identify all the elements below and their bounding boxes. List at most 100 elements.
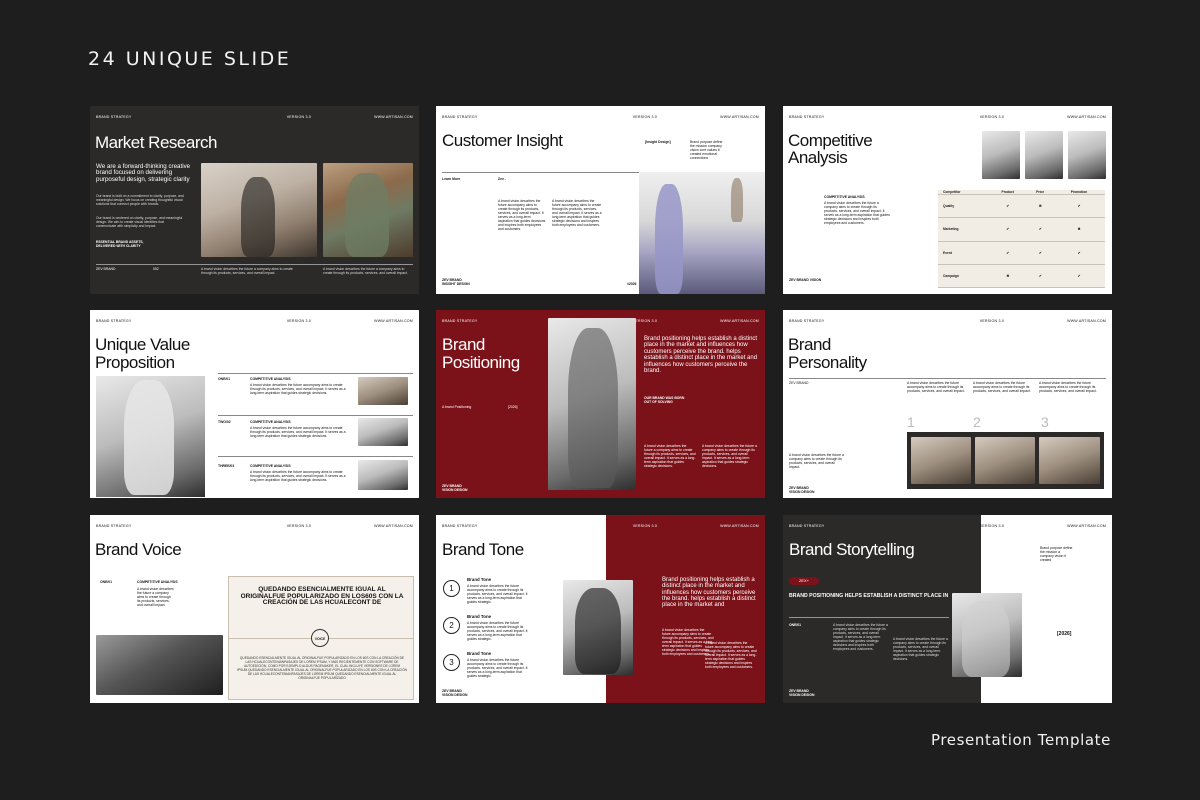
slide-customer-insight[interactable]: BRAND STRATEGY VERSION 3.0 WWW.ARTISAN.C… — [436, 106, 765, 294]
strip-photo-2 — [975, 437, 1035, 484]
column-text-1: A brand vision describes the future acco… — [498, 199, 546, 231]
slide-brand-positioning[interactable]: BRAND STRATEGY VERSION 3.0 WWW.ARTISAN.C… — [436, 310, 765, 498]
item-heading: Brand Tone — [467, 614, 492, 619]
slide-brand-storytelling[interactable]: BRAND STRATEGY VERSION 3.0 WWW.ARTISAN.C… — [783, 515, 1112, 703]
item-heading: COMPETITIVE ANALYSIS — [137, 580, 178, 584]
item-number: ONE/01 — [789, 623, 802, 627]
brand-strategy-label: BRAND STRATEGY — [96, 524, 132, 528]
photo-woman-portrait — [563, 580, 633, 675]
divider — [218, 415, 413, 416]
lead-text: We are a forward-thinking creative brand… — [96, 163, 191, 183]
photo-woman-laughing — [952, 593, 1022, 677]
slide-competitive-analysis[interactable]: BRAND STRATEGY VERSION 3.0 WWW.ARTISAN.C… — [783, 106, 1112, 294]
slide-unique-value-proposition[interactable]: BRAND STRATEGY VERSION 3.0 WWW.ARTISAN.C… — [90, 310, 419, 498]
divider — [789, 617, 949, 618]
item-text: A brand vision describes the future acco… — [467, 621, 528, 641]
footer-brand: ZEV BRAND INSIGHT DESIGN — [442, 278, 470, 286]
table-cell: ✔ — [1027, 264, 1053, 289]
slide-title: Market Research — [95, 133, 217, 152]
divider — [218, 373, 413, 374]
table-row: Campaign ✖ ✔ ✔ — [938, 264, 1105, 289]
insight-label: [Insight Design] — [645, 140, 671, 144]
lead-text: BRAND POSITIONING HELPS ESTABLISH A DIST… — [789, 593, 949, 599]
photo-woman-coat — [548, 318, 636, 490]
item-text: A brand vision describes the future acco… — [250, 383, 346, 395]
version-label: VERSION 3.0 — [979, 319, 1005, 323]
bottom-text: QUEDANDO ESENCIALMENTE IGUAL AL ORIGINAL… — [237, 656, 407, 680]
version-label: VERSION 3.0 — [979, 115, 1005, 119]
version-label: VERSION 3.0 — [632, 319, 658, 323]
footer-text-2: A brand vision describes the future a co… — [323, 267, 408, 275]
number-2: 2 — [973, 414, 981, 430]
item-number: 2 — [443, 617, 460, 634]
slide-brand-tone[interactable]: BRAND STRATEGY VERSION 3.0 WWW.ARTISAN.C… — [436, 515, 765, 703]
tag-text: OUR BRAND WAS BORN OUT OF SOLVING — [644, 396, 685, 404]
table-cell: ✖ — [1052, 217, 1105, 242]
brand-strategy-label: BRAND STRATEGY — [96, 319, 132, 323]
brand-strategy-label: BRAND STRATEGY — [442, 115, 478, 119]
table-cell: ✔ — [1052, 194, 1105, 219]
slide-title: Brand Tone — [442, 540, 524, 559]
photo-strip — [907, 432, 1104, 489]
item-number: THREE/03 — [218, 464, 235, 468]
photo-portrait-2 — [1025, 131, 1063, 179]
site-label: WWW.ARTISAN.COM — [1067, 115, 1106, 119]
version-label: VERSION 3.0 — [286, 115, 312, 119]
quote-box: QUEDANDO ESENCIALMENTE IGUAL AL ORIGINAL… — [228, 576, 414, 700]
lead-text: Brand positioning helps establish a dist… — [644, 336, 758, 375]
column-text-1: A brand vision describes the future acco… — [907, 381, 965, 393]
comparison-table: Competitor Product Price Promotion Quali… — [938, 190, 1105, 289]
brand-strategy-label: BRAND STRATEGY — [96, 115, 132, 119]
item-text: A brand vision describes the future acco… — [467, 584, 528, 604]
item-photo — [358, 418, 408, 446]
strip-photo-1 — [911, 437, 971, 484]
body-text: A brand vision describes the future a co… — [824, 201, 890, 225]
table-cell: ✖ — [1027, 194, 1053, 219]
item-heading: Brand Tone — [467, 577, 492, 582]
learn-more-link[interactable]: Learn More — [442, 177, 460, 181]
photo-woman-fabric — [96, 376, 205, 497]
strip-photo-3 — [1039, 437, 1100, 484]
slide-brand-voice[interactable]: BRAND STRATEGY VERSION 3.0 WWW.ARTISAN.C… — [90, 515, 419, 703]
footer-brand: ZEV BRAND VISION DESIGN — [789, 486, 815, 494]
site-label: WWW.ARTISAN.COM — [1067, 524, 1106, 528]
brand-strategy-label: BRAND STRATEGY — [789, 524, 825, 528]
table-cell: ✔ — [988, 194, 1028, 219]
site-label: WWW.ARTISAN.COM — [720, 319, 759, 323]
year-label: [2026] — [1057, 631, 1072, 637]
item-text: A brand vision describes the future acco… — [250, 470, 346, 482]
voice-badge: VOICE — [311, 629, 329, 647]
version-label: VERSION 3.0 — [632, 524, 658, 528]
divider — [789, 378, 1106, 379]
site-label: WWW.ARTISAN.COM — [374, 319, 413, 323]
footer-brand: ZEV BRAND — [96, 267, 116, 271]
page-heading: 24 UNIQUE SLIDE — [88, 48, 292, 70]
table-row: Marketing ✔ ✔ ✖ — [938, 217, 1105, 242]
item-heading: COMPETITIVE ANALYSIS — [250, 420, 291, 424]
quote-text: QUEDANDO ESENCIALMENTE IGUAL AL ORIGINAL… — [240, 586, 404, 607]
item-number: ONE/01 — [100, 580, 113, 584]
column-text-2: A brand vision describes the future acco… — [973, 381, 1031, 393]
slide-market-research[interactable]: BRAND STRATEGY VERSION 3.0 WWW.ARTISAN.C… — [90, 106, 419, 294]
item-heading: COMPETITIVE ANALYSIS — [250, 464, 291, 468]
table-cell: ✔ — [1027, 217, 1053, 242]
table-cell: ✖ — [988, 264, 1028, 289]
item-text: A brand vision describes the future a co… — [137, 587, 174, 607]
table-row: Event ✔ ✔ ✔ — [938, 241, 1105, 265]
item-text: A brand vision describes the future acco… — [250, 426, 346, 438]
table-cell: ✔ — [1052, 264, 1105, 289]
slide-title: Brand Storytelling — [789, 540, 915, 559]
brand-strategy-label: BRAND STRATEGY — [442, 524, 478, 528]
item-photo — [358, 460, 408, 490]
footer-brand: ZEV BRAND VISION DESIGN — [442, 689, 468, 697]
bullet-list: Brand purpose define the mission a compa… — [1040, 546, 1073, 562]
site-label: WWW.ARTISAN.COM — [720, 115, 759, 119]
column-text-2: A brand vision describes the future a co… — [702, 444, 757, 468]
note-text: ESSENTIAL BRAND ASSETS, DELIVERED WITH C… — [96, 240, 144, 248]
column-text-1: A brand vision describes the future a co… — [644, 444, 696, 468]
photo-woman-sweater — [323, 163, 413, 257]
item-number: ONE/01 — [218, 377, 231, 381]
item-number: 3 — [443, 654, 460, 671]
slide-brand-personality[interactable]: BRAND STRATEGY VERSION 3.0 WWW.ARTISAN.C… — [783, 310, 1112, 498]
site-label: WWW.ARTISAN.COM — [374, 115, 413, 119]
